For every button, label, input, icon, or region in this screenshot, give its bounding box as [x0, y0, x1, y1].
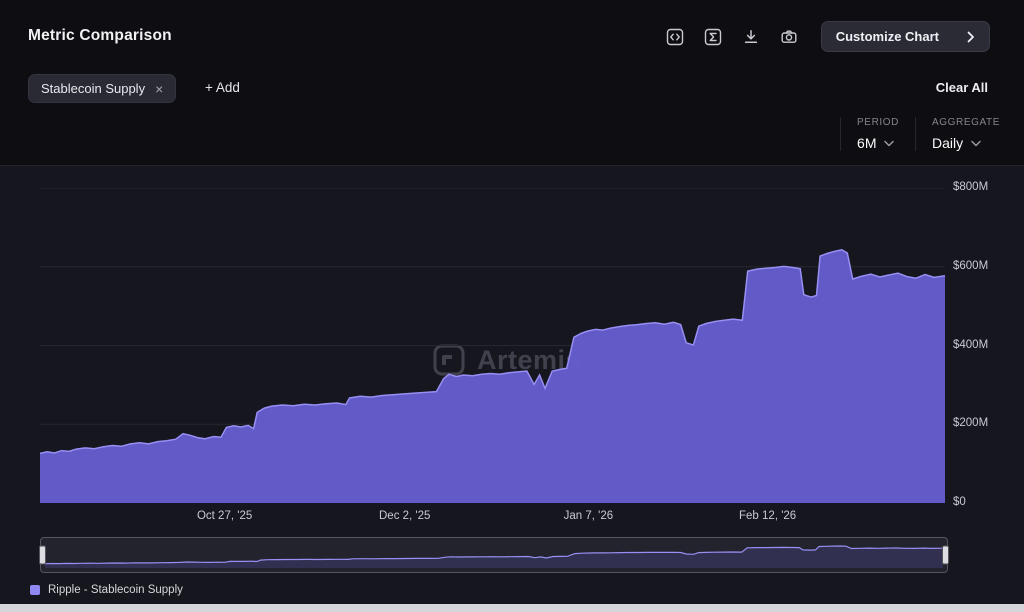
- navigator-left-handle[interactable]: [39, 546, 46, 565]
- download-icon-glyph: [742, 28, 760, 46]
- aggregate-control: AGGREGATE Daily: [915, 117, 1000, 151]
- y-axis-label: $600M: [953, 260, 988, 272]
- chart-navigator[interactable]: [40, 537, 948, 573]
- x-axis-label: Dec 2, '25: [379, 510, 430, 522]
- navigator-right-handle[interactable]: [942, 546, 949, 565]
- camera-icon[interactable]: [775, 23, 803, 51]
- embed-icon-glyph: [666, 28, 684, 46]
- legend-series-label: Ripple - Stablecoin Supply: [48, 584, 183, 596]
- series-area: [40, 250, 945, 503]
- metric-chip-label: Stablecoin Supply: [41, 81, 145, 96]
- navigator-chart: [45, 543, 943, 569]
- period-value: 6M: [857, 135, 876, 151]
- period-control: PERIOD 6M: [840, 117, 899, 151]
- page-title: Metric Comparison: [28, 27, 172, 45]
- aggregate-select[interactable]: Daily: [932, 135, 1000, 151]
- aggregate-label: AGGREGATE: [932, 117, 1000, 128]
- x-axis-label: Jan 7, '26: [564, 510, 614, 522]
- chevron-down-icon: [971, 140, 981, 147]
- legend-swatch: [30, 585, 40, 595]
- metric-chip-stablecoin-supply[interactable]: Stablecoin Supply ×: [28, 74, 176, 103]
- y-axis-label: $400M: [953, 339, 988, 351]
- x-axis-label: Oct 27, '25: [197, 510, 252, 522]
- customize-chart-button[interactable]: Customize Chart: [821, 21, 990, 52]
- aggregate-value: Daily: [932, 135, 963, 151]
- y-axis-label: $200M: [953, 417, 988, 429]
- bottom-page-strip: [0, 604, 1024, 612]
- sigma-icon-glyph: [704, 28, 722, 46]
- metric-comparison-panel: Metric Comparison: [0, 0, 1024, 612]
- embed-icon[interactable]: [661, 23, 689, 51]
- y-axis-label: $0: [953, 496, 966, 508]
- main-chart[interactable]: [40, 188, 945, 503]
- period-label: PERIOD: [857, 117, 899, 128]
- period-select[interactable]: 6M: [857, 135, 899, 151]
- add-metric-button[interactable]: + Add: [205, 80, 240, 95]
- header-actions: Customize Chart: [661, 21, 990, 52]
- chart-controls: PERIOD 6M AGGREGATE Daily: [824, 117, 1000, 151]
- chart-legend: Ripple - Stablecoin Supply: [30, 584, 183, 596]
- header-section: Metric Comparison: [0, 0, 1024, 166]
- sigma-icon[interactable]: [699, 23, 727, 51]
- chevron-down-icon: [884, 140, 894, 147]
- clear-all-button[interactable]: Clear All: [936, 80, 988, 95]
- download-icon[interactable]: [737, 23, 765, 51]
- customize-chart-label: Customize Chart: [836, 29, 939, 44]
- chip-close-icon[interactable]: ×: [155, 81, 163, 97]
- camera-icon-glyph: [780, 28, 798, 46]
- y-axis-label: $800M: [953, 181, 988, 193]
- chevron-right-icon: [967, 31, 975, 43]
- x-axis-label: Feb 12, '26: [739, 510, 796, 522]
